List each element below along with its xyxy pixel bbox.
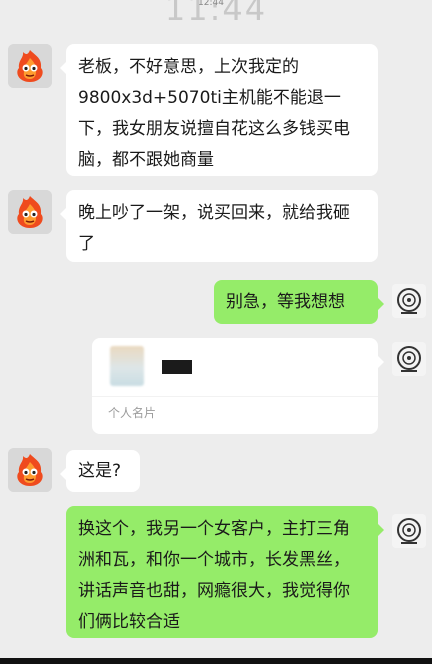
message-bubble-outgoing[interactable]: 换这个，我另一个女客户，主打三角洲和瓦，和你一个城市，长发黑丝，讲话声音也甜，网… <box>66 506 384 638</box>
customer-avatar-icon[interactable] <box>8 190 52 234</box>
contact-photo <box>110 346 144 386</box>
contact-card[interactable]: 个人名片 <box>92 338 384 434</box>
bottom-edge-bar <box>0 658 432 664</box>
status-bar-time: 11:44 12:44 <box>164 0 268 28</box>
message-text: 晚上吵了一架，说买回来，就给我砸了 <box>78 203 350 254</box>
message-text: 别急，等我想想 <box>226 292 345 312</box>
message-text: 老板，不好意思，上次我定的9800x3d+5070ti主机能不能退一下，我女朋友… <box>78 57 350 170</box>
shop-avatar-icon[interactable] <box>392 514 426 548</box>
message-bubble-incoming[interactable]: 老板，不好意思，上次我定的9800x3d+5070ti主机能不能退一下，我女朋友… <box>60 44 378 176</box>
message-bubble-outgoing[interactable]: 别急，等我想想 <box>214 280 384 324</box>
status-small-label: 12:44 <box>198 0 224 8</box>
contact-card-label: 个人名片 <box>108 406 157 420</box>
message-bubble-incoming[interactable]: 晚上吵了一架，说买回来，就给我砸了 <box>60 190 378 262</box>
customer-avatar-icon[interactable] <box>8 44 52 88</box>
card-divider <box>92 396 378 397</box>
customer-avatar-icon[interactable] <box>8 448 52 492</box>
contact-name-redacted <box>162 360 192 374</box>
message-bubble-incoming[interactable]: 这是? <box>60 450 140 492</box>
shop-avatar-icon[interactable] <box>392 284 426 318</box>
message-text: 换这个，我另一个女客户，主打三角洲和瓦，和你一个城市，长发黑丝，讲话声音也甜，网… <box>78 519 350 632</box>
message-text: 这是? <box>78 461 122 481</box>
shop-avatar-icon[interactable] <box>392 342 426 376</box>
